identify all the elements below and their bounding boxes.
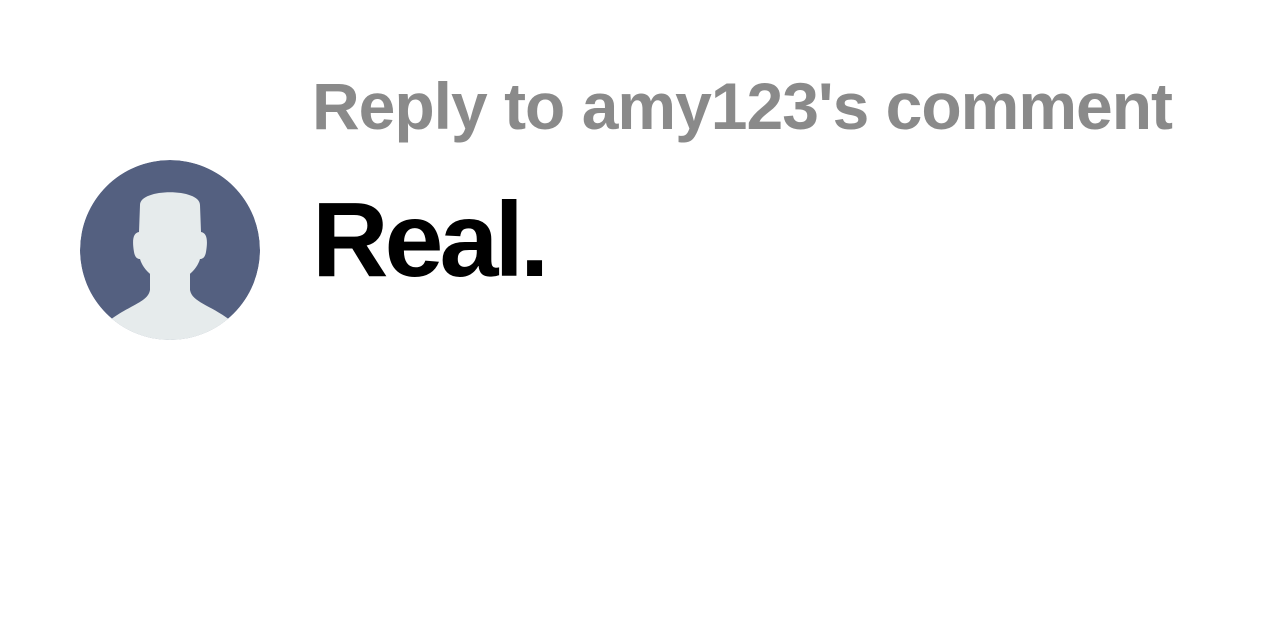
- default-user-avatar-icon: [80, 160, 260, 340]
- avatar[interactable]: [80, 160, 260, 340]
- comment-text: Real.: [312, 181, 549, 299]
- comment-card: Reply to amy123's comment Real.: [0, 0, 1280, 620]
- reply-context-label: Reply to amy123's comment: [312, 69, 1173, 143]
